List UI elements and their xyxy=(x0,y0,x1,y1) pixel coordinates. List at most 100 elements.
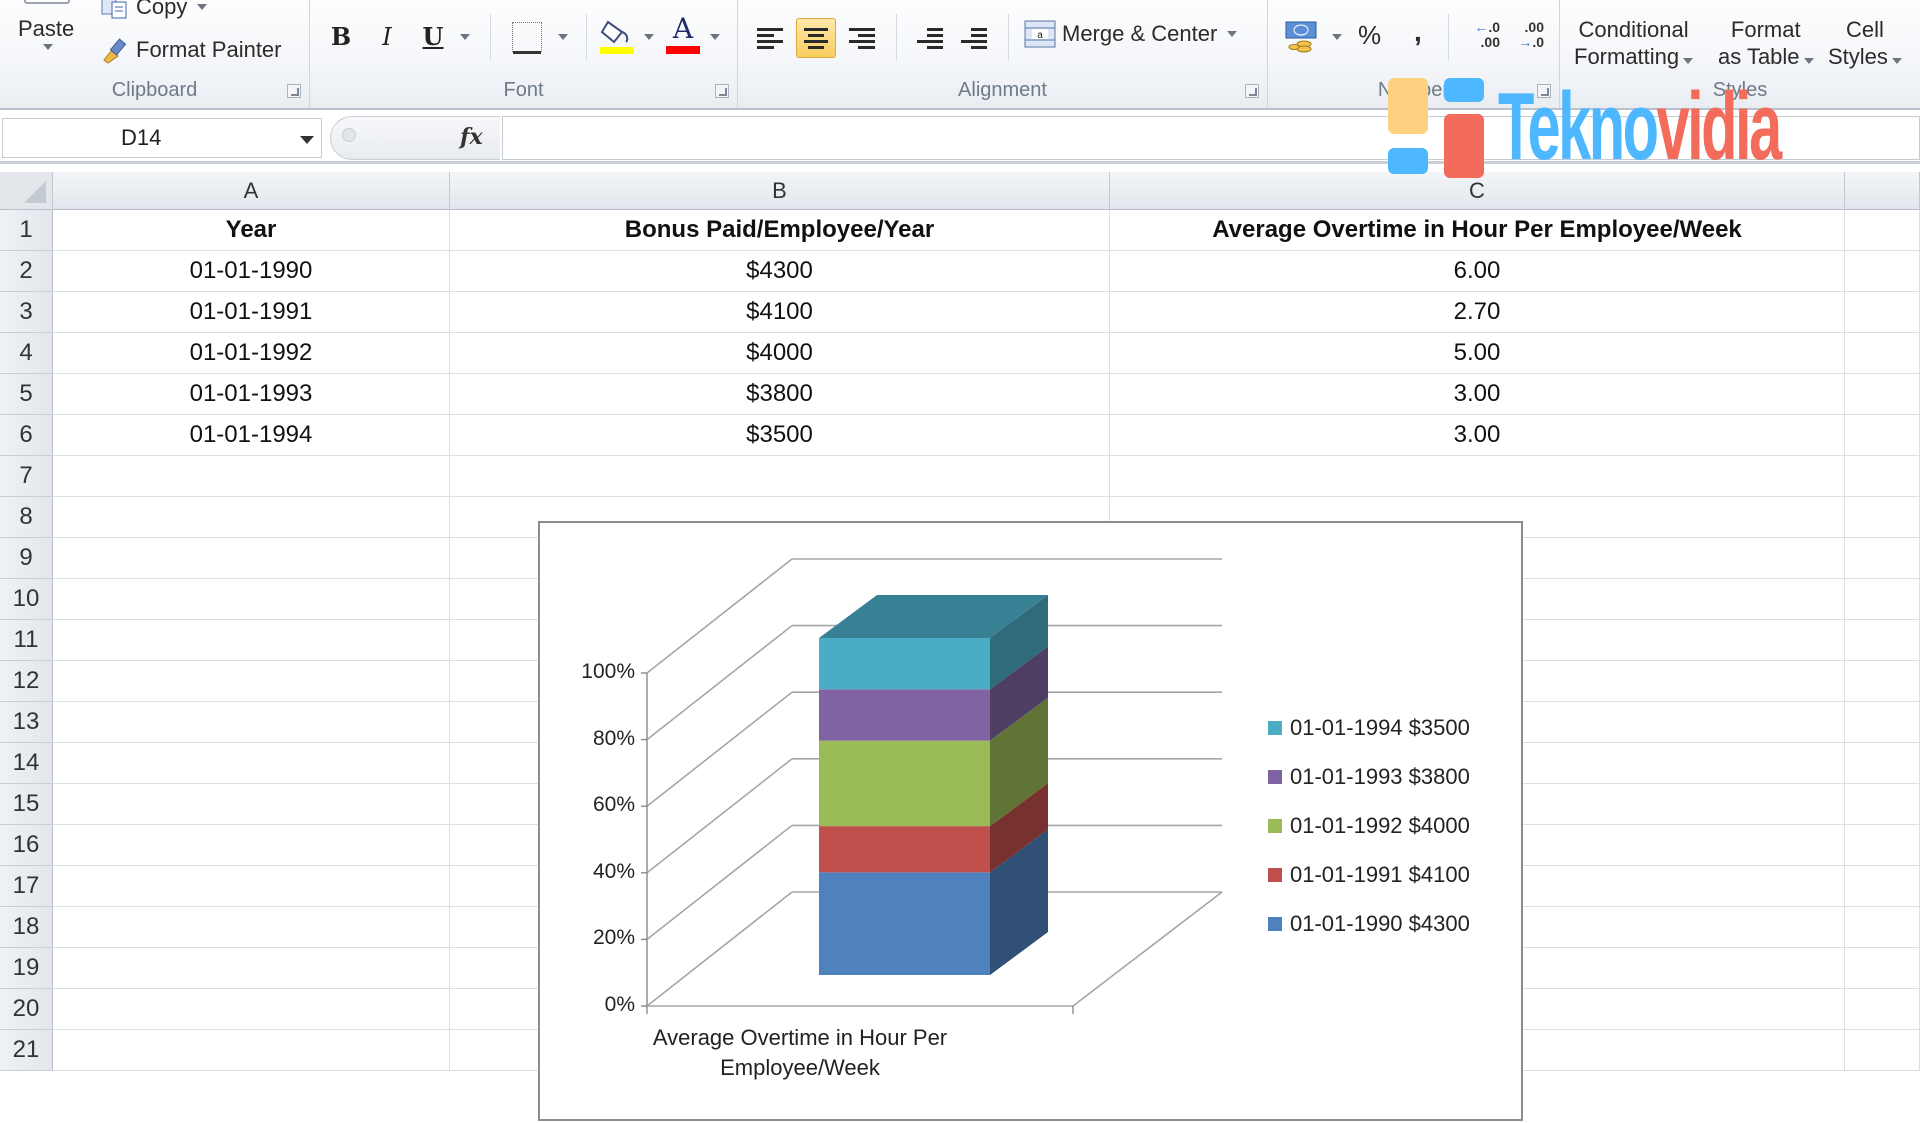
row-header-6[interactable]: 6 xyxy=(0,415,53,456)
align-center-button[interactable] xyxy=(796,18,836,58)
empty-cell[interactable] xyxy=(1845,210,1920,251)
empty-cell[interactable] xyxy=(1845,620,1920,661)
format-as-table-button[interactable]: Format as Table xyxy=(1718,16,1814,70)
cell-styles-button[interactable]: Cell Styles xyxy=(1828,16,1902,70)
empty-cell[interactable] xyxy=(53,456,450,497)
data-cell[interactable]: 01-01-1991 xyxy=(53,292,450,333)
empty-cell[interactable] xyxy=(1845,661,1920,702)
empty-cell[interactable] xyxy=(1845,825,1920,866)
data-cell[interactable]: 3.00 xyxy=(1110,415,1845,456)
header-cell[interactable]: Year xyxy=(53,210,450,251)
empty-cell[interactable] xyxy=(1845,1030,1920,1071)
formula-input[interactable] xyxy=(502,116,1920,160)
empty-cell[interactable] xyxy=(53,620,450,661)
format-painter-button[interactable]: Format Painter xyxy=(100,36,282,64)
data-cell[interactable]: 01-01-1992 xyxy=(53,333,450,374)
underline-button[interactable]: U xyxy=(418,22,448,52)
empty-cell[interactable] xyxy=(1845,702,1920,743)
data-cell[interactable]: 01-01-1990 xyxy=(53,251,450,292)
name-box[interactable]: D14 xyxy=(2,118,322,158)
data-cell[interactable]: $4000 xyxy=(450,333,1110,374)
empty-cell[interactable] xyxy=(1845,989,1920,1030)
header-cell[interactable]: Average Overtime in Hour Per Employee/We… xyxy=(1110,210,1845,251)
empty-cell[interactable] xyxy=(53,989,450,1030)
data-cell[interactable]: 01-01-1993 xyxy=(53,374,450,415)
name-box-dropdown[interactable] xyxy=(300,136,314,144)
empty-cell[interactable] xyxy=(450,456,1110,497)
empty-cell[interactable] xyxy=(1845,907,1920,948)
row-header-2[interactable]: 2 xyxy=(0,251,53,292)
accounting-format-button[interactable] xyxy=(1284,18,1322,56)
data-cell[interactable]: 3.00 xyxy=(1110,374,1845,415)
number-dialog-launcher[interactable] xyxy=(1537,84,1551,98)
empty-cell[interactable] xyxy=(1845,292,1920,333)
empty-cell[interactable] xyxy=(53,825,450,866)
insert-function-button[interactable]: fx xyxy=(460,124,483,150)
underline-dropdown[interactable] xyxy=(460,34,470,40)
merge-center-button[interactable]: a Merge & Center xyxy=(1024,20,1238,48)
empty-cell[interactable] xyxy=(1845,784,1920,825)
legend-item[interactable]: 01-01-1990 $4300 xyxy=(1268,911,1470,937)
fill-color-dropdown[interactable] xyxy=(644,34,654,40)
font-color-dropdown[interactable] xyxy=(710,34,720,40)
empty-cell[interactable] xyxy=(1845,456,1920,497)
decrease-decimal-button[interactable]: .00 →.0 xyxy=(1508,20,1544,54)
row-header-10[interactable]: 10 xyxy=(0,579,53,620)
percent-style-button[interactable]: % xyxy=(1358,20,1381,51)
empty-cell[interactable] xyxy=(53,579,450,620)
empty-cell[interactable] xyxy=(1845,579,1920,620)
row-header-17[interactable]: 17 xyxy=(0,866,53,907)
row-header-9[interactable]: 9 xyxy=(0,538,53,579)
row-header-8[interactable]: 8 xyxy=(0,497,53,538)
empty-cell[interactable] xyxy=(1845,948,1920,989)
row-header-5[interactable]: 5 xyxy=(0,374,53,415)
data-cell[interactable]: $3800 xyxy=(450,374,1110,415)
row-header-21[interactable]: 21 xyxy=(0,1030,53,1071)
chart[interactable]: 0% 20% 40% 60% 80% 100% Average Overtime in H… xyxy=(538,521,1523,1121)
data-cell[interactable]: 6.00 xyxy=(1110,251,1845,292)
empty-cell[interactable] xyxy=(1845,333,1920,374)
empty-cell[interactable] xyxy=(53,661,450,702)
align-left-button[interactable] xyxy=(750,18,790,58)
legend-item[interactable]: 01-01-1992 $4000 xyxy=(1268,813,1470,839)
empty-cell[interactable] xyxy=(1845,251,1920,292)
column-header-d[interactable] xyxy=(1845,172,1920,210)
row-header-12[interactable]: 12 xyxy=(0,661,53,702)
row-header-11[interactable]: 11 xyxy=(0,620,53,661)
empty-cell[interactable] xyxy=(1845,743,1920,784)
row-header-16[interactable]: 16 xyxy=(0,825,53,866)
legend-item[interactable]: 01-01-1991 $4100 xyxy=(1268,862,1470,888)
column-header-c[interactable]: C xyxy=(1110,172,1845,210)
empty-cell[interactable] xyxy=(53,743,450,784)
empty-cell[interactable] xyxy=(1845,497,1920,538)
empty-cell[interactable] xyxy=(1845,538,1920,579)
empty-cell[interactable] xyxy=(53,948,450,989)
row-header-19[interactable]: 19 xyxy=(0,948,53,989)
decrease-indent-button[interactable] xyxy=(910,18,950,58)
borders-icon[interactable] xyxy=(512,22,542,54)
column-header-a[interactable]: A xyxy=(53,172,450,210)
clipboard-dialog-launcher[interactable] xyxy=(287,84,301,98)
increase-indent-button[interactable] xyxy=(954,18,994,58)
italic-button[interactable]: I xyxy=(372,22,402,52)
data-cell[interactable]: 5.00 xyxy=(1110,333,1845,374)
borders-dropdown[interactable] xyxy=(558,34,568,40)
fill-color-button[interactable] xyxy=(600,16,636,54)
header-cell[interactable]: Bonus Paid/Employee/Year xyxy=(450,210,1110,251)
data-cell[interactable]: $3500 xyxy=(450,415,1110,456)
row-header-13[interactable]: 13 xyxy=(0,702,53,743)
alignment-dialog-launcher[interactable] xyxy=(1245,84,1259,98)
conditional-formatting-button[interactable]: Conditional Formatting xyxy=(1574,16,1694,70)
empty-cell[interactable] xyxy=(1845,415,1920,456)
data-cell[interactable]: 2.70 xyxy=(1110,292,1845,333)
empty-cell[interactable] xyxy=(1845,374,1920,415)
row-header-18[interactable]: 18 xyxy=(0,907,53,948)
empty-cell[interactable] xyxy=(53,702,450,743)
data-cell[interactable]: $4300 xyxy=(450,251,1110,292)
empty-cell[interactable] xyxy=(53,784,450,825)
legend-item[interactable]: 01-01-1994 $3500 xyxy=(1268,715,1470,741)
comma-style-button[interactable]: , xyxy=(1414,16,1422,48)
data-cell[interactable]: $4100 xyxy=(450,292,1110,333)
formula-bar-resize-handle[interactable] xyxy=(342,128,356,142)
bold-button[interactable]: B xyxy=(326,22,356,52)
